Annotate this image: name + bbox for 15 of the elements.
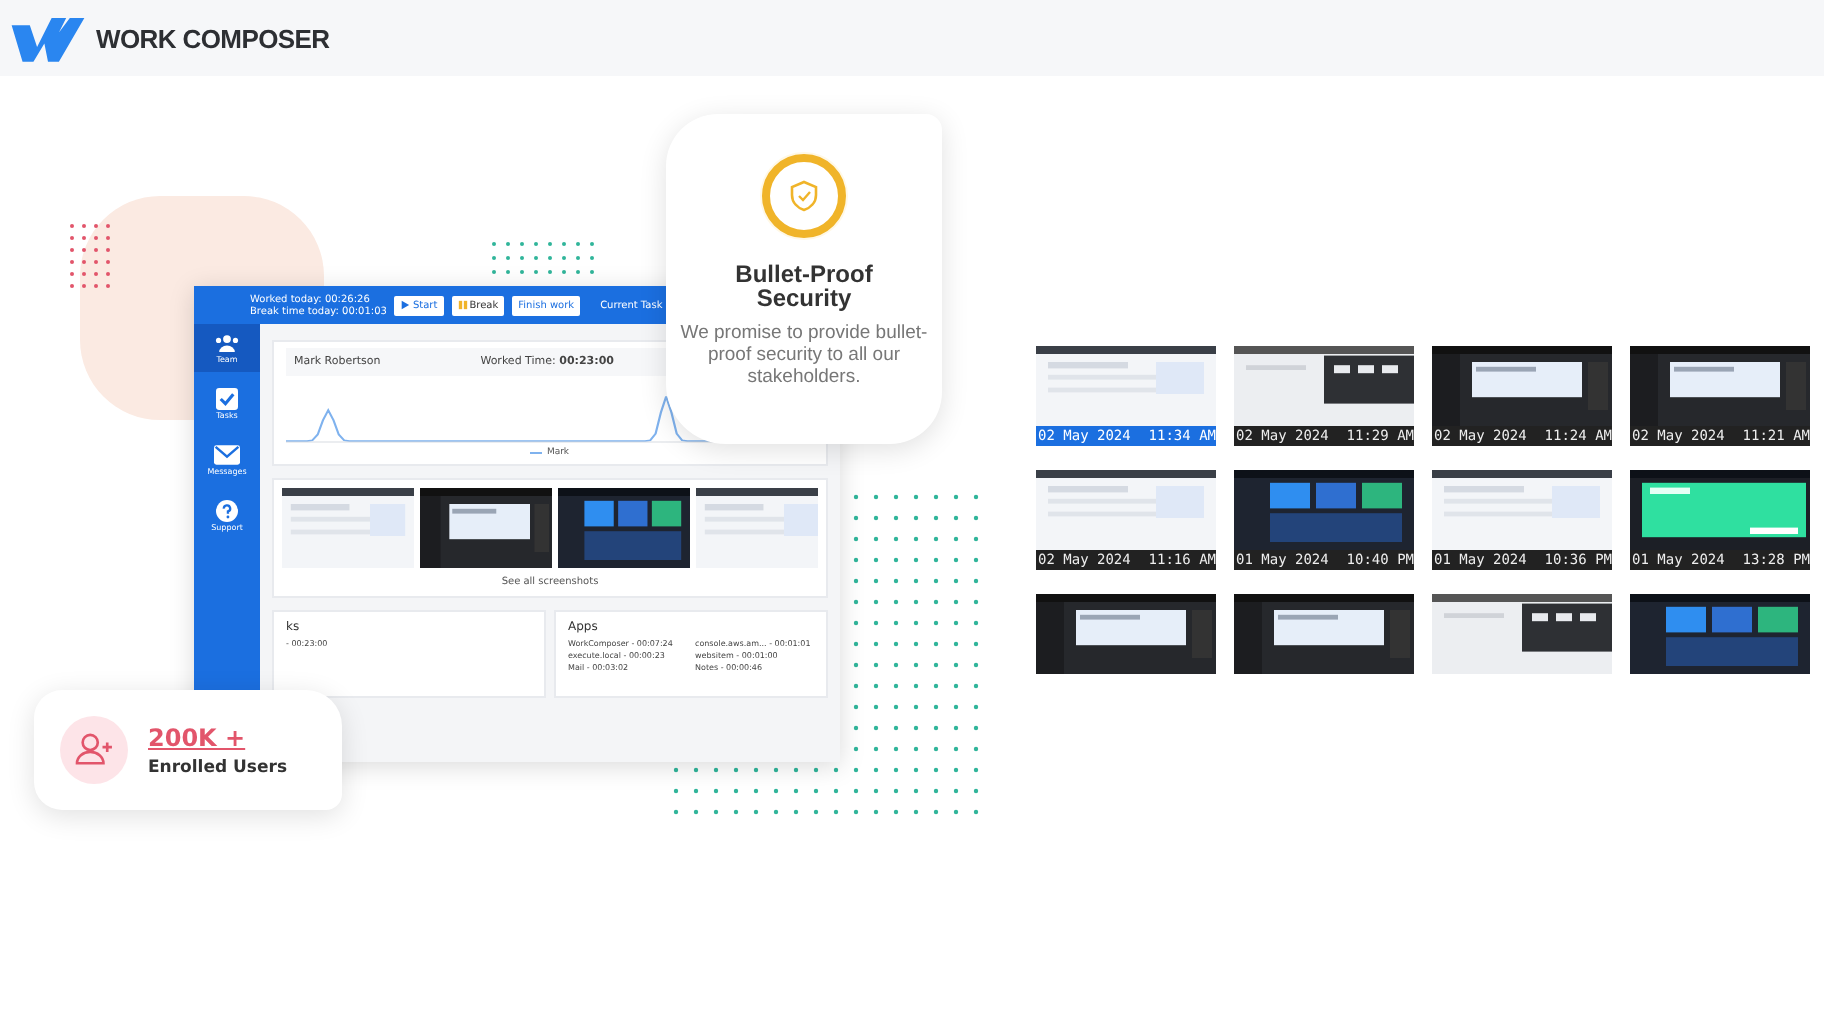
shield-icon	[754, 146, 854, 246]
security-text: We promise to provide bullet-proof security to all our stakeholders.	[678, 322, 930, 388]
people-icon	[214, 332, 240, 354]
legend-line	[530, 452, 543, 454]
help-icon	[214, 500, 240, 522]
add-user-icon	[60, 716, 128, 784]
enrolled-label: Enrolled Users	[148, 757, 288, 777]
security-title: Bullet-Proof Security	[733, 262, 875, 310]
pause-icon	[457, 300, 468, 310]
play-icon	[400, 300, 411, 310]
envelope-icon	[214, 444, 240, 466]
brand-name[interactable]: WORK COMPOSER	[96, 23, 330, 53]
checkbox-icon	[214, 388, 240, 410]
dot-pattern	[486, 236, 598, 276]
user-count: 200K +	[148, 723, 248, 751]
